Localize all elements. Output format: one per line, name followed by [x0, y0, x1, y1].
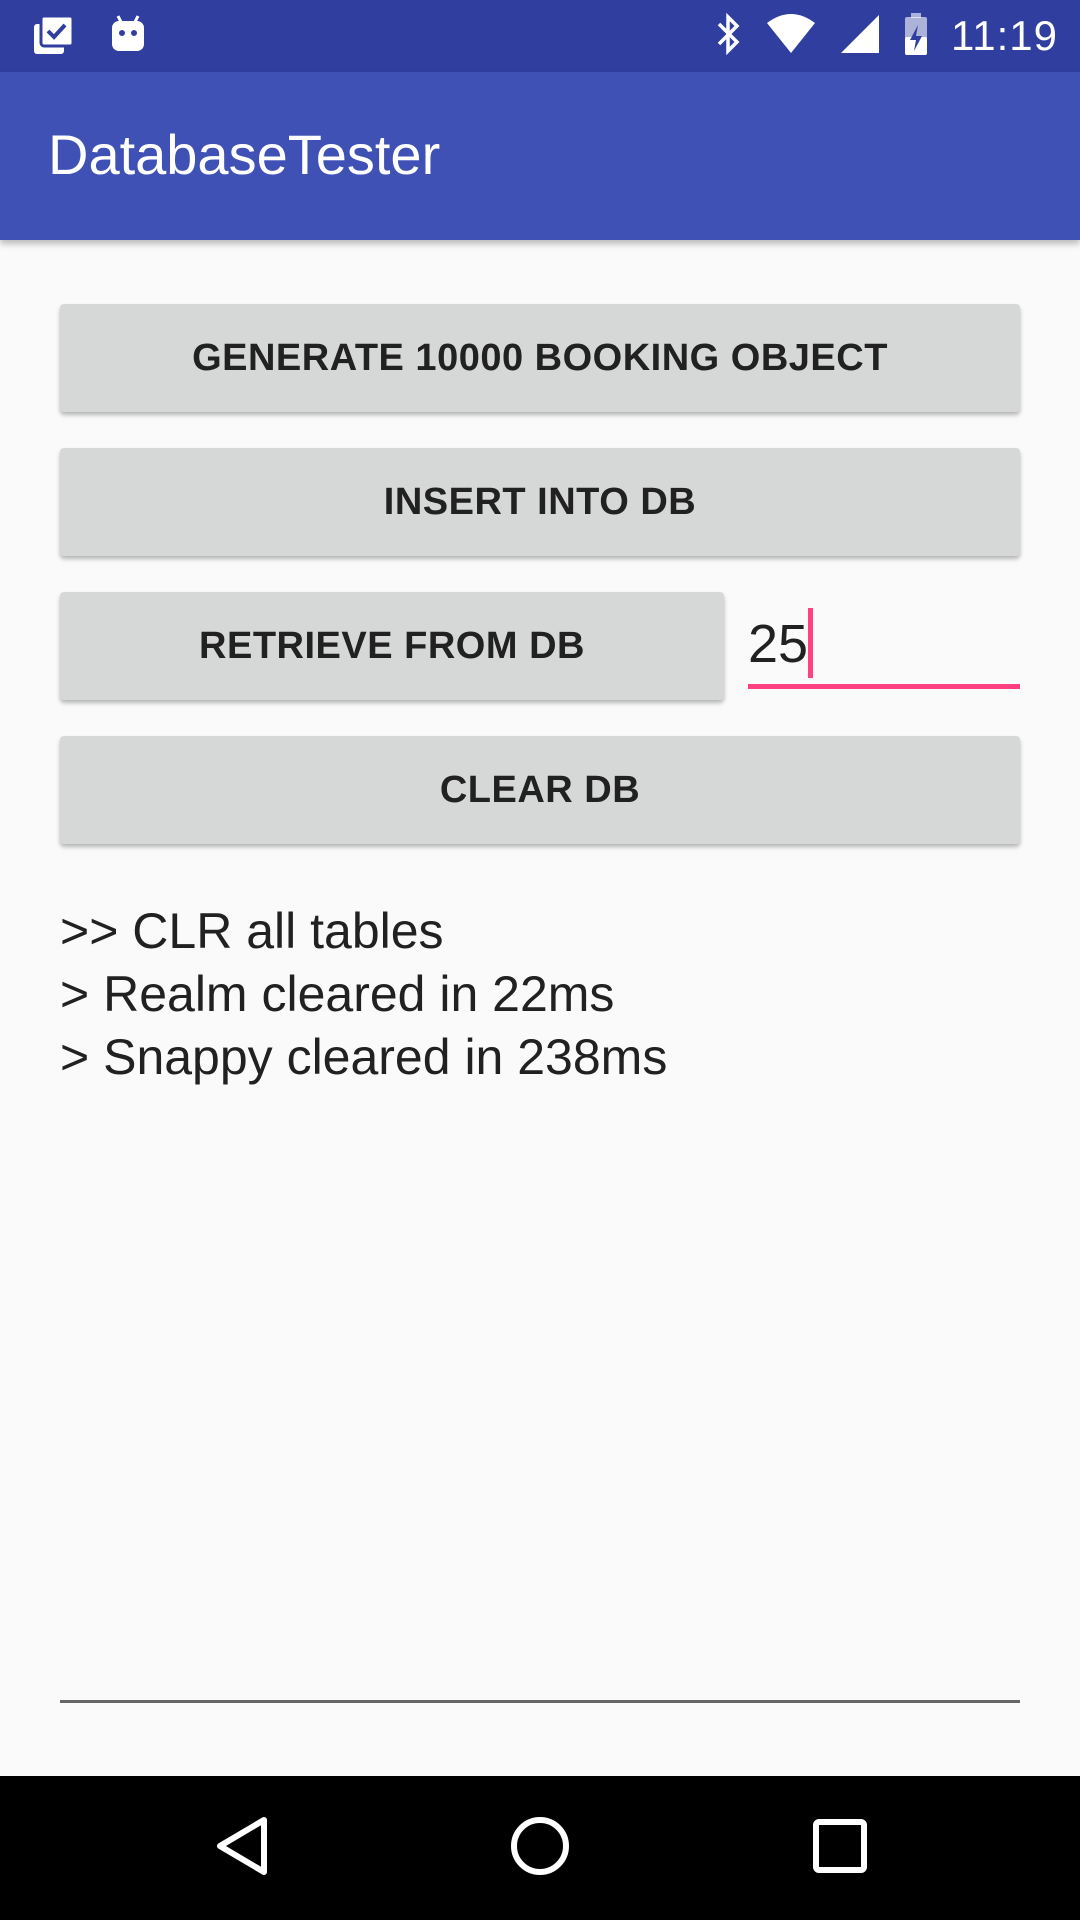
clipboard-check-icon — [30, 12, 76, 63]
signal-icon — [839, 11, 881, 62]
home-button[interactable] — [500, 1808, 580, 1888]
system-icons: 11:19 — [713, 0, 1058, 72]
app-screen: 11:19 DatabaseTester GENERATE 10000 BOOK… — [0, 0, 1080, 1920]
android-icon — [108, 12, 148, 63]
battery-icon — [903, 11, 929, 62]
recents-button[interactable] — [800, 1808, 880, 1888]
recents-icon — [810, 1816, 870, 1881]
insert-button[interactable]: INSERT INTO DB — [60, 448, 1020, 556]
home-icon — [508, 1814, 572, 1883]
back-icon — [212, 1814, 272, 1883]
log-output: >> CLR all tables > Realm cleared in 22m… — [60, 900, 1020, 1089]
wifi-icon — [765, 11, 817, 62]
log-line: >> CLR all tables — [60, 903, 444, 959]
retrieve-count-input[interactable] — [748, 604, 1020, 689]
bluetooth-icon — [713, 11, 743, 62]
navigation-bar — [0, 1776, 1080, 1920]
log-line: > Snappy cleared in 238ms — [60, 1029, 668, 1085]
log-line: > Realm cleared in 22ms — [60, 966, 615, 1022]
app-bar: DatabaseTester — [0, 72, 1080, 240]
status-time: 11:19 — [951, 12, 1058, 59]
retrieve-button[interactable]: RETRIEVE FROM DB — [60, 592, 724, 700]
generate-button[interactable]: GENERATE 10000 BOOKING OBJECT — [60, 304, 1020, 412]
bottom-divider — [60, 1700, 1020, 1703]
app-title: DatabaseTester — [48, 123, 441, 186]
notification-icons — [30, 12, 148, 63]
text-cursor — [808, 608, 813, 678]
status-bar: 11:19 — [0, 0, 1080, 72]
back-button[interactable] — [202, 1808, 282, 1888]
clear-button[interactable]: CLEAR DB — [60, 736, 1020, 844]
